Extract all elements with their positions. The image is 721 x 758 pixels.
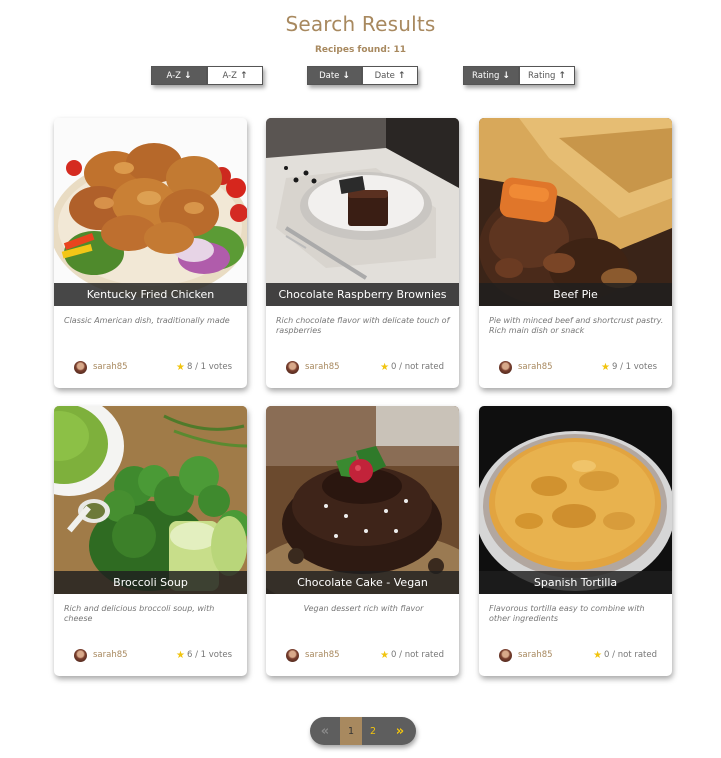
recipe-author[interactable]: sarah85 xyxy=(74,648,128,662)
arrow-down-icon: ↓ xyxy=(183,70,192,81)
recipe-footer: sarah85 ★ 0 / not rated xyxy=(286,648,444,662)
arrow-up-icon: ↑ xyxy=(239,70,248,81)
author-name: sarah85 xyxy=(305,650,340,660)
avatar xyxy=(286,360,299,374)
recipe-rating: ★ 6 / 1 votes xyxy=(176,650,232,661)
author-name: sarah85 xyxy=(518,362,553,372)
rating-text: 0 / not rated xyxy=(604,650,657,660)
recipe-title[interactable]: Beef Pie xyxy=(479,283,672,306)
recipe-footer: sarah85 ★ 8 / 1 votes xyxy=(74,360,232,374)
recipe-image-chocolate-cake[interactable] xyxy=(266,406,459,594)
recipe-author[interactable]: sarah85 xyxy=(499,360,553,374)
star-icon: ★ xyxy=(380,361,390,373)
recipe-description: Pie with minced beef and shortcrust past… xyxy=(489,316,664,335)
recipe-image-broccoli-soup[interactable] xyxy=(54,406,247,594)
recipe-card[interactable]: Broccoli Soup Rich and delicious broccol… xyxy=(54,406,247,676)
rating-text: 8 / 1 votes xyxy=(186,362,232,372)
rating-text: 6 / 1 votes xyxy=(186,650,232,660)
avatar xyxy=(286,648,299,662)
recipe-author[interactable]: sarah85 xyxy=(286,648,340,662)
recipe-description: Rich chocolate flavor with delicate touc… xyxy=(276,316,450,335)
sort-rating-group: Rating ↓ Rating ↑ xyxy=(463,66,575,85)
recipe-rating: ★ 0 / not rated xyxy=(380,650,444,661)
recipe-card[interactable]: Spanish Tortilla Flavorous tortilla easy… xyxy=(479,406,672,676)
arrow-up-icon: ↑ xyxy=(397,70,406,81)
recipe-author[interactable]: sarah85 xyxy=(499,648,553,662)
pagination-next-button[interactable]: » xyxy=(384,717,416,745)
rating-text: 0 / not rated xyxy=(391,650,444,660)
pagination-page-1[interactable]: 1 xyxy=(340,717,362,745)
avatar xyxy=(499,360,512,374)
rating-text: 0 / not rated xyxy=(391,362,444,372)
recipe-title[interactable]: Chocolate Raspberry Brownies xyxy=(266,283,459,306)
sort-date-asc-button[interactable]: Date ↑ xyxy=(362,66,418,85)
sort-az-asc-label: A-Z xyxy=(222,70,237,81)
author-name: sarah85 xyxy=(305,362,340,372)
sort-az-desc-button[interactable]: A-Z ↓ xyxy=(151,66,207,85)
recipe-author[interactable]: sarah85 xyxy=(286,360,340,374)
recipe-rating: ★ 0 / not rated xyxy=(380,362,444,373)
recipe-image-spanish-tortilla[interactable] xyxy=(479,406,672,594)
avatar xyxy=(74,360,87,374)
author-name: sarah85 xyxy=(518,650,553,660)
pagination-prev-button[interactable]: « xyxy=(310,717,340,745)
arrow-up-icon: ↑ xyxy=(558,70,566,81)
recipe-image-fried-chicken[interactable] xyxy=(54,118,247,306)
recipe-footer: sarah85 ★ 0 / not rated xyxy=(499,648,657,662)
sort-rating-asc-label: Rating xyxy=(528,70,556,81)
avatar xyxy=(74,648,87,662)
recipe-description: Flavorous tortilla easy to combine with … xyxy=(489,604,645,623)
recipe-description: Vegan dessert rich with flavor xyxy=(303,604,424,613)
pagination: « 1 2 » xyxy=(310,717,416,745)
recipe-author[interactable]: sarah85 xyxy=(74,360,128,374)
recipe-card[interactable]: Chocolate Raspberry Brownies Rich chocol… xyxy=(266,118,459,388)
recipe-description: Classic American dish, traditionally mad… xyxy=(64,316,230,325)
recipe-card[interactable]: Chocolate Cake - Vegan Vegan dessert ric… xyxy=(266,406,459,676)
sort-date-asc-label: Date xyxy=(374,70,395,81)
sort-az-group: A-Z ↓ A-Z ↑ xyxy=(151,66,263,85)
rating-text: 9 / 1 votes xyxy=(611,362,657,372)
star-icon: ★ xyxy=(601,361,610,373)
sort-rating-desc-button[interactable]: Rating ↓ xyxy=(463,66,519,85)
recipe-rating: ★ 8 / 1 votes xyxy=(176,362,232,373)
recipe-image-beef-pie[interactable] xyxy=(479,118,672,306)
pagination-page-2[interactable]: 2 xyxy=(362,717,384,745)
recipe-rating: ★ 0 / not rated xyxy=(593,650,657,661)
author-name: sarah85 xyxy=(93,650,128,660)
recipes-found-count: Recipes found: 11 xyxy=(314,45,407,55)
avatar xyxy=(499,648,512,662)
star-icon: ★ xyxy=(176,361,185,373)
sort-date-desc-button[interactable]: Date ↓ xyxy=(307,66,362,85)
page-title: Search Results xyxy=(285,12,436,36)
recipe-footer: sarah85 ★ 6 / 1 votes xyxy=(74,648,232,662)
recipe-card[interactable]: Beef Pie Pie with minced beef and shortc… xyxy=(479,118,672,388)
sort-rating-desc-label: Rating xyxy=(472,70,500,81)
star-icon: ★ xyxy=(380,649,390,661)
recipe-title[interactable]: Kentucky Fried Chicken xyxy=(54,283,247,306)
recipe-image-brownies[interactable] xyxy=(266,118,459,306)
sort-rating-asc-button[interactable]: Rating ↑ xyxy=(519,66,575,85)
star-icon: ★ xyxy=(593,649,603,661)
recipe-rating: ★ 9 / 1 votes xyxy=(601,362,657,373)
sort-date-desc-label: Date xyxy=(319,70,340,81)
sort-az-asc-button[interactable]: A-Z ↑ xyxy=(207,66,263,85)
author-name: sarah85 xyxy=(93,362,128,372)
sort-date-group: Date ↓ Date ↑ xyxy=(307,66,418,85)
arrow-down-icon: ↓ xyxy=(342,70,350,81)
recipe-title[interactable]: Chocolate Cake - Vegan xyxy=(266,571,459,594)
sort-az-desc-label: A-Z xyxy=(166,70,181,81)
star-icon: ★ xyxy=(176,649,185,661)
arrow-down-icon: ↓ xyxy=(502,70,510,81)
recipe-description: Rich and delicious broccoli soup, with c… xyxy=(64,604,215,623)
recipe-footer: sarah85 ★ 0 / not rated xyxy=(286,360,444,374)
recipe-card[interactable]: Kentucky Fried Chicken Classic American … xyxy=(54,118,247,388)
recipe-title[interactable]: Spanish Tortilla xyxy=(479,571,672,594)
recipe-title[interactable]: Broccoli Soup xyxy=(54,571,247,594)
recipe-footer: sarah85 ★ 9 / 1 votes xyxy=(499,360,657,374)
